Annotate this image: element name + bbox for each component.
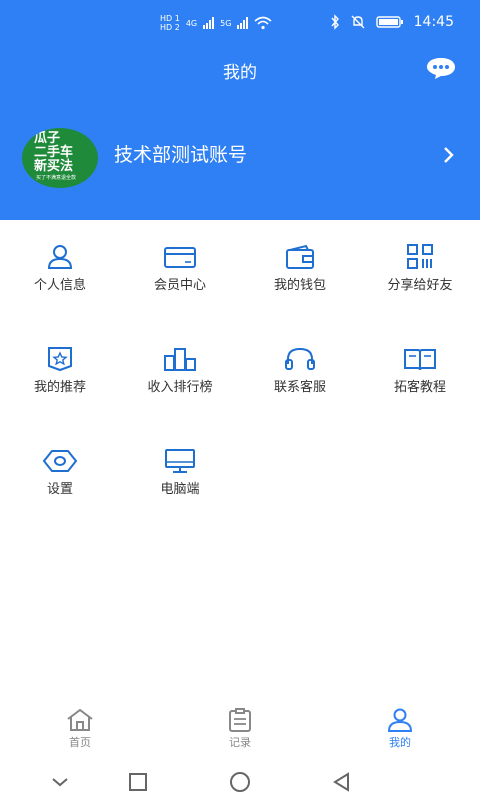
- menu-label: 收入排行榜: [147, 380, 213, 395]
- menu-label: 联系客服: [273, 380, 326, 395]
- avatar-line-2: 二手车: [34, 145, 74, 160]
- menu-label: 电脑端: [160, 482, 200, 497]
- tab-mine[interactable]: 我的: [360, 708, 440, 756]
- bluetooth-icon: [331, 14, 339, 30]
- clock: 14:45: [413, 14, 454, 30]
- net2-label: 5G: [220, 18, 232, 28]
- page-title: 我的: [223, 63, 257, 83]
- menu-item-desktop[interactable]: 电脑端: [120, 448, 240, 518]
- sim1-label: HD 1: [160, 14, 180, 23]
- ranking-icon: [164, 348, 196, 371]
- menu-item-wallet[interactable]: 我的钱包: [240, 244, 360, 314]
- menu-item-income-ranking[interactable]: 收入排行榜: [120, 346, 240, 416]
- header: HD 1 HD 2 4G 5G 14:45 我的 瓜子 二手车 新买法 买了不满…: [0, 0, 480, 220]
- menu-label: 拓客教程: [393, 380, 446, 395]
- vip-card-icon: [164, 247, 196, 268]
- mute-bell-icon: [351, 15, 365, 29]
- signal2-icon: [237, 17, 249, 29]
- avatar-line-3: 新买法: [34, 159, 74, 174]
- username: 技术部测试账号: [114, 144, 248, 166]
- home-circle-icon[interactable]: [228, 770, 252, 794]
- headset-icon: [285, 347, 315, 370]
- menu-label: 会员中心: [153, 278, 206, 293]
- qr-code-icon: [407, 244, 433, 269]
- net1-label: 4G: [185, 18, 198, 28]
- avatar[interactable]: 瓜子 二手车 新买法 买了不满意退全款: [22, 128, 98, 188]
- profile-row[interactable]: 瓜子 二手车 新买法 买了不满意退全款 技术部测试账号: [0, 128, 480, 192]
- star-badge-icon: [48, 347, 72, 372]
- sim2-label: HD 2: [160, 23, 180, 32]
- network-indicators: HD 1 HD 2 4G 5G: [160, 14, 272, 32]
- menu-label: 分享给好友: [387, 278, 453, 293]
- avatar-line-4: 买了不满意退全款: [36, 175, 77, 181]
- user-icon: [387, 708, 413, 732]
- menu-label: 设置: [46, 482, 73, 497]
- menu-item-vip-center[interactable]: 会员中心: [120, 244, 240, 314]
- avatar-line-1: 瓜子: [34, 131, 61, 146]
- menu-label: 个人信息: [33, 278, 86, 293]
- tab-label: 首页: [69, 736, 91, 749]
- menu-item-tutorial[interactable]: 拓客教程: [360, 346, 480, 416]
- system-nav-bar: [0, 764, 480, 800]
- book-icon: [404, 349, 436, 371]
- menu-item-my-recommendations[interactable]: 我的推荐: [0, 346, 120, 416]
- menu-item-personal-info[interactable]: 个人信息: [0, 244, 120, 314]
- signal1-icon: [203, 17, 215, 29]
- chat-bubble-icon[interactable]: [426, 56, 456, 80]
- bottom-tab-bar: 首页 记录 我的: [0, 708, 480, 756]
- tab-label: 我的: [389, 736, 411, 749]
- system-indicators: 14:45: [330, 14, 454, 30]
- person-icon: [47, 245, 73, 269]
- menu-label: 我的钱包: [273, 278, 326, 293]
- back-triangle-icon[interactable]: [330, 770, 354, 794]
- sim-labels: HD 1 HD 2: [160, 14, 180, 32]
- tab-home[interactable]: 首页: [40, 708, 120, 756]
- tab-records[interactable]: 记录: [200, 708, 280, 756]
- menu-item-share[interactable]: 分享给好友: [360, 244, 480, 314]
- chevron-right-icon[interactable]: [442, 146, 456, 164]
- menu-item-customer-service[interactable]: 联系客服: [240, 346, 360, 416]
- wifi-icon: [254, 16, 272, 30]
- chevron-down-icon[interactable]: [48, 770, 72, 794]
- status-bar: HD 1 HD 2 4G 5G 14:45: [0, 10, 480, 44]
- monitor-icon: [165, 449, 195, 473]
- home-icon: [67, 708, 93, 731]
- wallet-icon: [286, 244, 314, 269]
- battery-icon: [375, 16, 403, 28]
- clipboard-icon: [229, 708, 251, 732]
- menu-label: 我的推荐: [33, 380, 86, 395]
- settings-icon: [42, 450, 78, 472]
- recent-apps-icon[interactable]: [126, 770, 150, 794]
- tab-label: 记录: [229, 736, 251, 749]
- menu-item-settings[interactable]: 设置: [0, 448, 120, 518]
